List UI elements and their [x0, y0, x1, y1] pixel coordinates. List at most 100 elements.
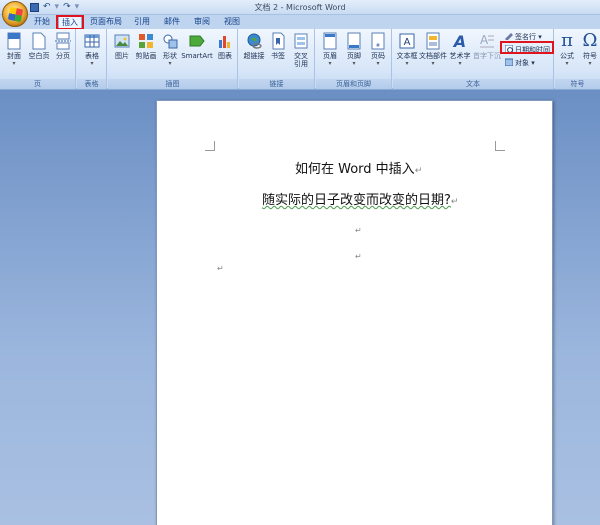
- blank-page-label: 空白页: [28, 52, 50, 60]
- line-1-text: 如何在 Word 中插入: [295, 162, 415, 177]
- cross-reference-button[interactable]: 交叉 引用: [290, 32, 312, 68]
- pi-icon: π: [561, 30, 573, 51]
- group-text-label: 文本: [393, 79, 553, 89]
- clip-art-label: 剪贴画: [135, 52, 157, 60]
- ribbon-tabs: 开始 插入 页面布局 引用 邮件 审阅 视图: [0, 15, 600, 29]
- equation-button[interactable]: π 公式 ▾: [556, 32, 578, 68]
- cover-button[interactable]: 封面 ▾: [3, 32, 25, 68]
- quick-parts-button[interactable]: 文档部件 ▾: [419, 32, 447, 68]
- globe-link-icon: [246, 32, 262, 50]
- text-box-label: 文本框: [396, 52, 418, 60]
- svg-text:#: #: [376, 43, 380, 49]
- text-box-button[interactable]: A 文本框 ▾: [395, 32, 419, 68]
- picture-label: 图片: [115, 52, 129, 60]
- document-area[interactable]: 如何在 Word 中插入↵ 随实际的日子改变而改变的日期?↵ ↵ ↵ ↵: [0, 90, 600, 525]
- smartart-label: SmartArt: [181, 52, 213, 60]
- smartart-icon: [189, 32, 205, 50]
- quick-parts-label: 文档部件: [419, 52, 447, 60]
- group-illustrations-label: 插图: [108, 79, 237, 89]
- equation-dropdown-icon: ▾: [565, 60, 569, 67]
- page-number-button[interactable]: # 页码 ▾: [367, 32, 389, 68]
- drop-cap-button[interactable]: A 首字下沉: [473, 32, 501, 60]
- quick-parts-dropdown-icon: ▾: [431, 60, 435, 67]
- table-button[interactable]: 表格 ▾: [81, 32, 103, 68]
- omega-icon: Ω: [582, 30, 598, 51]
- page-number-label: 页码: [371, 52, 385, 60]
- cross-reference-label-2: 引用: [294, 60, 308, 68]
- tab-mailings[interactable]: 邮件: [160, 16, 184, 29]
- svg-text:A: A: [452, 32, 466, 50]
- object-dropdown-icon: ▾: [531, 59, 535, 67]
- group-symbols-label: 符号: [555, 79, 600, 89]
- smartart-button[interactable]: SmartArt: [181, 32, 213, 60]
- clip-art-icon: [138, 32, 154, 50]
- header-label: 页眉: [323, 52, 337, 60]
- page-number-dropdown-icon: ▾: [376, 60, 380, 67]
- hyperlink-button[interactable]: 超链接: [241, 32, 267, 60]
- highlight-insert-tab: [56, 15, 84, 30]
- page-number-icon: #: [370, 32, 386, 50]
- document-line-1[interactable]: 如何在 Word 中插入↵: [295, 158, 422, 177]
- group-header-footer-label: 页眉和页脚: [316, 79, 391, 89]
- page-break-label: 分页: [56, 52, 70, 60]
- header-button[interactable]: 页眉 ▾: [319, 32, 341, 68]
- document-page[interactable]: 如何在 Word 中插入↵ 随实际的日子改变而改变的日期?↵ ↵ ↵ ↵: [156, 100, 553, 525]
- group-tables-label: 表格: [77, 79, 106, 89]
- picture-button[interactable]: 图片: [111, 32, 133, 60]
- page-break-icon: [55, 32, 71, 50]
- group-text: A 文本框 ▾ 文档部件 ▾ A 艺术字 ▾ A 首字下沉 签名行 ▾ 日期和时…: [393, 29, 554, 89]
- tab-review[interactable]: 审阅: [190, 16, 214, 29]
- wordart-label: 艺术字: [449, 52, 471, 60]
- ribbon: 封面 ▾ 空白页 分页 页 表格 ▾ 表格 图片 剪贴画 形状 ▾ SmartA…: [0, 29, 600, 89]
- group-illustrations: 图片 剪贴画 形状 ▾ SmartArt 图表 插图: [108, 29, 238, 89]
- footer-button[interactable]: 页脚 ▾: [343, 32, 365, 68]
- drop-cap-icon: A: [479, 32, 495, 50]
- tab-home[interactable]: 开始: [30, 16, 54, 29]
- cross-reference-icon: [293, 32, 309, 50]
- tab-view[interactable]: 视图: [220, 16, 244, 29]
- cover-page-icon: [6, 32, 22, 50]
- cross-reference-label-1: 交叉: [294, 52, 308, 60]
- group-links-label: 链接: [239, 79, 314, 89]
- clip-art-button[interactable]: 剪贴画: [134, 32, 158, 60]
- group-tables: 表格 ▾ 表格: [77, 29, 107, 89]
- drop-cap-label: 首字下沉: [473, 52, 501, 60]
- svg-text:A: A: [480, 33, 489, 47]
- quick-parts-icon: [425, 32, 441, 50]
- chart-label: 图表: [218, 52, 232, 60]
- shapes-button[interactable]: 形状 ▾: [159, 32, 181, 68]
- margin-corner-top-left: [205, 141, 215, 151]
- office-button[interactable]: [2, 1, 28, 27]
- header-dropdown-icon: ▾: [328, 60, 332, 67]
- tab-references[interactable]: 引用: [130, 16, 154, 29]
- symbol-dropdown-icon: ▾: [588, 60, 592, 67]
- signature-icon: [505, 32, 513, 41]
- chart-icon: [217, 32, 233, 50]
- shapes-icon: [162, 32, 178, 50]
- object-icon: [504, 58, 514, 67]
- footer-label: 页脚: [347, 52, 361, 60]
- blank-page-button[interactable]: 空白页: [27, 32, 51, 60]
- svg-text:A: A: [404, 37, 411, 48]
- object-label: 对象: [515, 59, 529, 67]
- footer-dropdown-icon: ▾: [352, 60, 356, 67]
- wordart-button[interactable]: A 艺术字 ▾: [448, 32, 472, 68]
- symbol-button[interactable]: Ω 符号 ▾: [579, 32, 600, 68]
- text-box-dropdown-icon: ▾: [405, 60, 409, 67]
- hyperlink-label: 超链接: [243, 52, 265, 60]
- highlight-date-time: [500, 41, 554, 54]
- tab-page-layout[interactable]: 页面布局: [88, 16, 124, 29]
- paragraph-mark: ↵: [217, 264, 224, 273]
- document-line-2[interactable]: 随实际的日子改变而改变的日期?↵: [262, 189, 458, 208]
- bookmark-button[interactable]: 书签: [267, 32, 289, 60]
- picture-icon: [114, 32, 130, 50]
- chart-button[interactable]: 图表: [214, 32, 236, 60]
- table-label: 表格: [85, 52, 99, 60]
- cover-label: 封面: [7, 52, 21, 60]
- margin-corner-top-right: [495, 141, 505, 151]
- table-dropdown-icon: ▾: [90, 60, 94, 67]
- page-break-button[interactable]: 分页: [52, 32, 74, 60]
- bookmark-icon: [270, 32, 286, 50]
- object-button[interactable]: 对象 ▾: [504, 58, 535, 68]
- symbol-label: 符号: [583, 52, 597, 60]
